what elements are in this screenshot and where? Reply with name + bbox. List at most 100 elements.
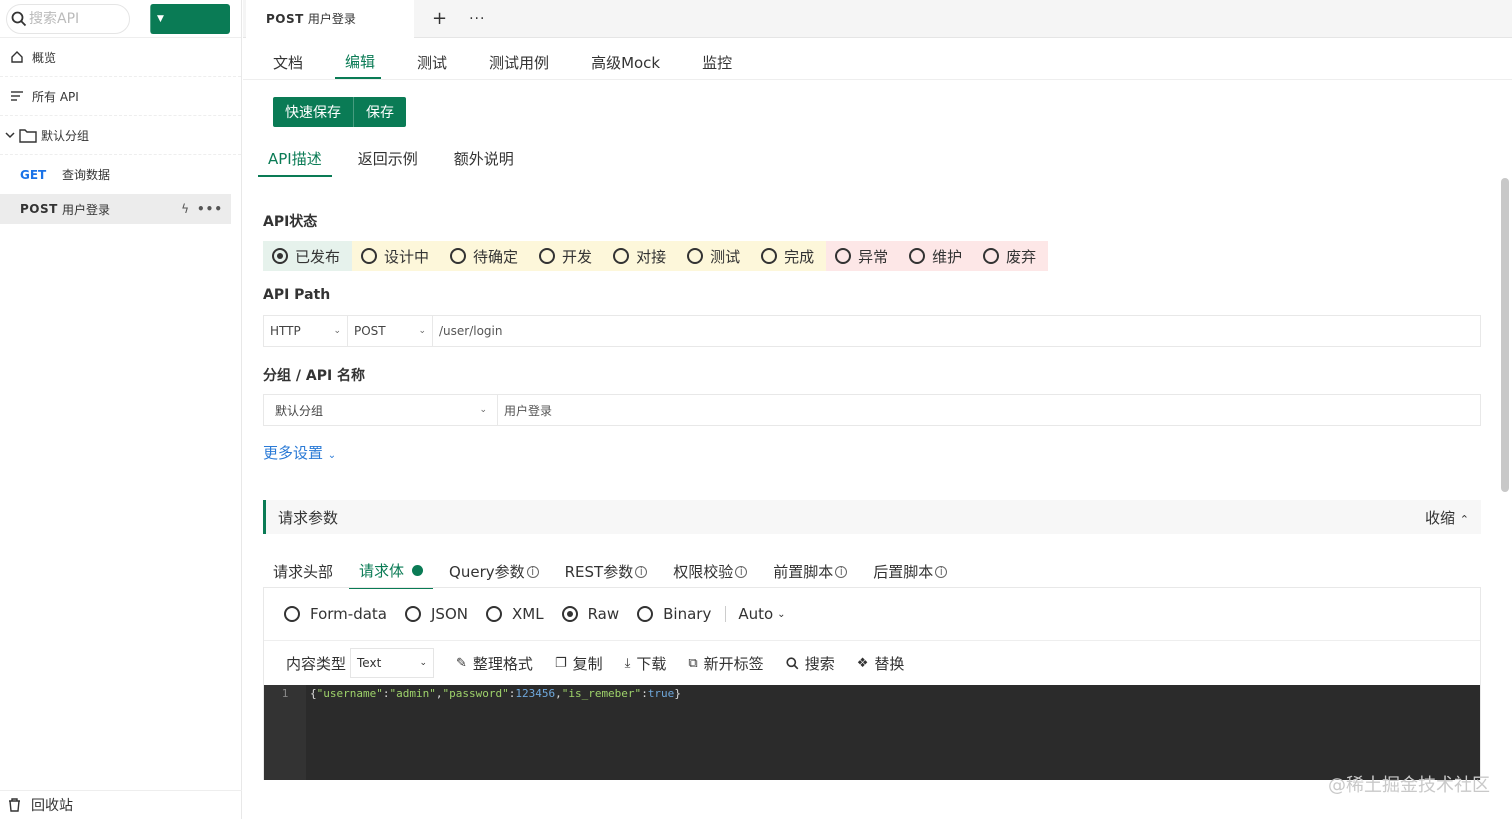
- tab-monitor[interactable]: 监控: [692, 52, 738, 79]
- flash-icon[interactable]: ϟ: [181, 202, 189, 216]
- tab-response-example[interactable]: 返回示例: [348, 148, 428, 177]
- quick-save-button[interactable]: 快速保存: [273, 97, 354, 127]
- body-type-form-data[interactable]: Form-data: [284, 605, 387, 623]
- request-body-panel: Form-data JSON XML Raw Binary Auto ⌄ 内容类型…: [263, 587, 1481, 780]
- tab-mock[interactable]: 高级Mock: [581, 52, 666, 79]
- radio[interactable]: [450, 248, 467, 264]
- radio[interactable]: [485, 606, 502, 622]
- caret-down-icon[interactable]: ▼: [150, 3, 170, 34]
- info-icon: i: [835, 565, 848, 578]
- tab-test-cases[interactable]: 测试用例: [479, 52, 555, 79]
- divider: [0, 790, 242, 791]
- search-button[interactable]: 搜索: [786, 653, 835, 674]
- tab-auth[interactable]: 权限校验 i: [663, 560, 757, 589]
- save-button-group: 快速保存 保存: [273, 97, 406, 127]
- tab-query-params[interactable]: Query参数 i: [439, 560, 549, 589]
- body-type-options: Form-data JSON XML Raw Binary Auto ⌄: [264, 588, 1480, 641]
- status-developing[interactable]: 开发: [530, 241, 605, 271]
- tool-label: 搜索: [804, 654, 835, 673]
- new-tab-button[interactable]: ⧉ 新开标签: [688, 653, 763, 674]
- tab-rest-params[interactable]: REST参数 i: [555, 560, 658, 589]
- body-type-binary[interactable]: Binary: [637, 605, 711, 623]
- radio[interactable]: [983, 248, 1000, 264]
- copy-button[interactable]: ❐ 复制: [555, 653, 603, 674]
- more-tabs-icon[interactable]: ···: [469, 11, 485, 27]
- body-type-raw[interactable]: Raw: [561, 605, 619, 623]
- status-published[interactable]: 已发布: [263, 241, 353, 271]
- sidebar-api-get[interactable]: GET 查询数据: [0, 155, 241, 194]
- tab-test[interactable]: 测试: [407, 52, 453, 79]
- tab-api-desc[interactable]: API描述: [258, 148, 332, 177]
- method-select[interactable]: POST ⌄: [348, 316, 433, 346]
- code-editor[interactable]: 1 {"username":"admin","password":123456,…: [264, 685, 1480, 780]
- radio[interactable]: [405, 606, 421, 622]
- status-integrating[interactable]: 对接: [604, 241, 679, 271]
- body-type-json[interactable]: JSON: [405, 605, 468, 623]
- sidebar-item-overview[interactable]: 概览: [0, 38, 241, 77]
- api-name-input[interactable]: 用户登录: [498, 395, 1480, 425]
- radio-checked[interactable]: [272, 248, 288, 264]
- sidebar-item-all-api[interactable]: 所有 API: [0, 77, 241, 116]
- search-input[interactable]: [29, 10, 125, 27]
- radio[interactable]: [361, 248, 378, 264]
- replace-icon: ❖: [856, 655, 869, 671]
- radio-checked[interactable]: [561, 606, 578, 622]
- scrollbar[interactable]: [1501, 178, 1509, 492]
- collapse-button[interactable]: 收缩 ⌃: [1425, 507, 1469, 528]
- group-select[interactable]: 默认分组 ⌄: [264, 395, 498, 425]
- radio[interactable]: [539, 248, 556, 264]
- tab-method: POST: [266, 11, 304, 26]
- radio[interactable]: [761, 248, 778, 264]
- status-label: 废弃: [1006, 247, 1037, 266]
- download-button[interactable]: ⤓ 下载: [625, 653, 667, 674]
- status-testing[interactable]: 测试: [678, 241, 753, 271]
- radio[interactable]: [284, 606, 300, 622]
- status-complete[interactable]: 完成: [752, 241, 827, 271]
- tab-edit[interactable]: 编辑: [335, 51, 382, 79]
- sidebar-api-post[interactable]: POST 用户登录 ϟ •••: [0, 194, 231, 224]
- protocol-select[interactable]: HTTP ⌄: [264, 316, 348, 346]
- content-type-select[interactable]: Text ⌄: [350, 648, 435, 678]
- tab-request-headers[interactable]: 请求头部: [263, 560, 343, 589]
- add-api-button[interactable]: + API ▼: [150, 0, 899, 34]
- tab-post-login[interactable]: POST 用户登录: [246, 0, 414, 38]
- status-label: 维护: [932, 247, 963, 266]
- tab-post-script[interactable]: 后置脚本 i: [863, 560, 957, 589]
- tab-extra-notes[interactable]: 额外说明: [444, 148, 524, 177]
- search-icon: [786, 656, 799, 669]
- trash-icon: [9, 798, 20, 812]
- radio[interactable]: [687, 248, 704, 264]
- status-designing[interactable]: 设计中: [352, 241, 442, 271]
- status-pending[interactable]: 待确定: [441, 241, 531, 271]
- radio[interactable]: [613, 248, 630, 264]
- chevron-down-icon: ⌄: [419, 658, 428, 668]
- radio[interactable]: [835, 248, 852, 264]
- home-icon: [11, 51, 23, 63]
- radio[interactable]: [909, 248, 926, 264]
- more-icon[interactable]: •••: [197, 202, 223, 216]
- format-button[interactable]: ✎ 整理格式: [456, 653, 533, 674]
- tab-request-body[interactable]: 请求体: [349, 560, 434, 589]
- status-deprecated[interactable]: 废弃: [974, 241, 1049, 271]
- sidebar-item-default-group[interactable]: 默认分组: [0, 116, 241, 155]
- more-settings-link[interactable]: 更多设置 ⌄: [263, 442, 336, 463]
- search-box[interactable]: [6, 3, 130, 34]
- tab-docs[interactable]: 文档: [263, 52, 309, 79]
- status-maintenance[interactable]: 维护: [900, 241, 975, 271]
- json-key: "username": [316, 687, 383, 700]
- save-button[interactable]: 保存: [354, 97, 406, 127]
- auto-select[interactable]: Auto ⌄: [738, 605, 785, 623]
- body-type-label: JSON: [431, 605, 468, 623]
- download-icon: ⤓: [624, 655, 631, 671]
- tab-pre-script[interactable]: 前置脚本 i: [763, 560, 857, 589]
- path-input[interactable]: /user/login: [433, 316, 1480, 346]
- status-error[interactable]: 异常: [826, 241, 901, 271]
- plus-icon[interactable]: +: [432, 8, 447, 29]
- body-type-xml[interactable]: XML: [485, 605, 544, 623]
- chevron-down-icon[interactable]: [5, 130, 15, 140]
- trash-button[interactable]: 回收站: [8, 795, 73, 815]
- code-line[interactable]: {"username":"admin","password":123456,"i…: [306, 685, 681, 780]
- status-label: 已发布: [295, 247, 341, 266]
- radio[interactable]: [637, 606, 654, 622]
- replace-button[interactable]: ❖ 替换: [857, 653, 905, 674]
